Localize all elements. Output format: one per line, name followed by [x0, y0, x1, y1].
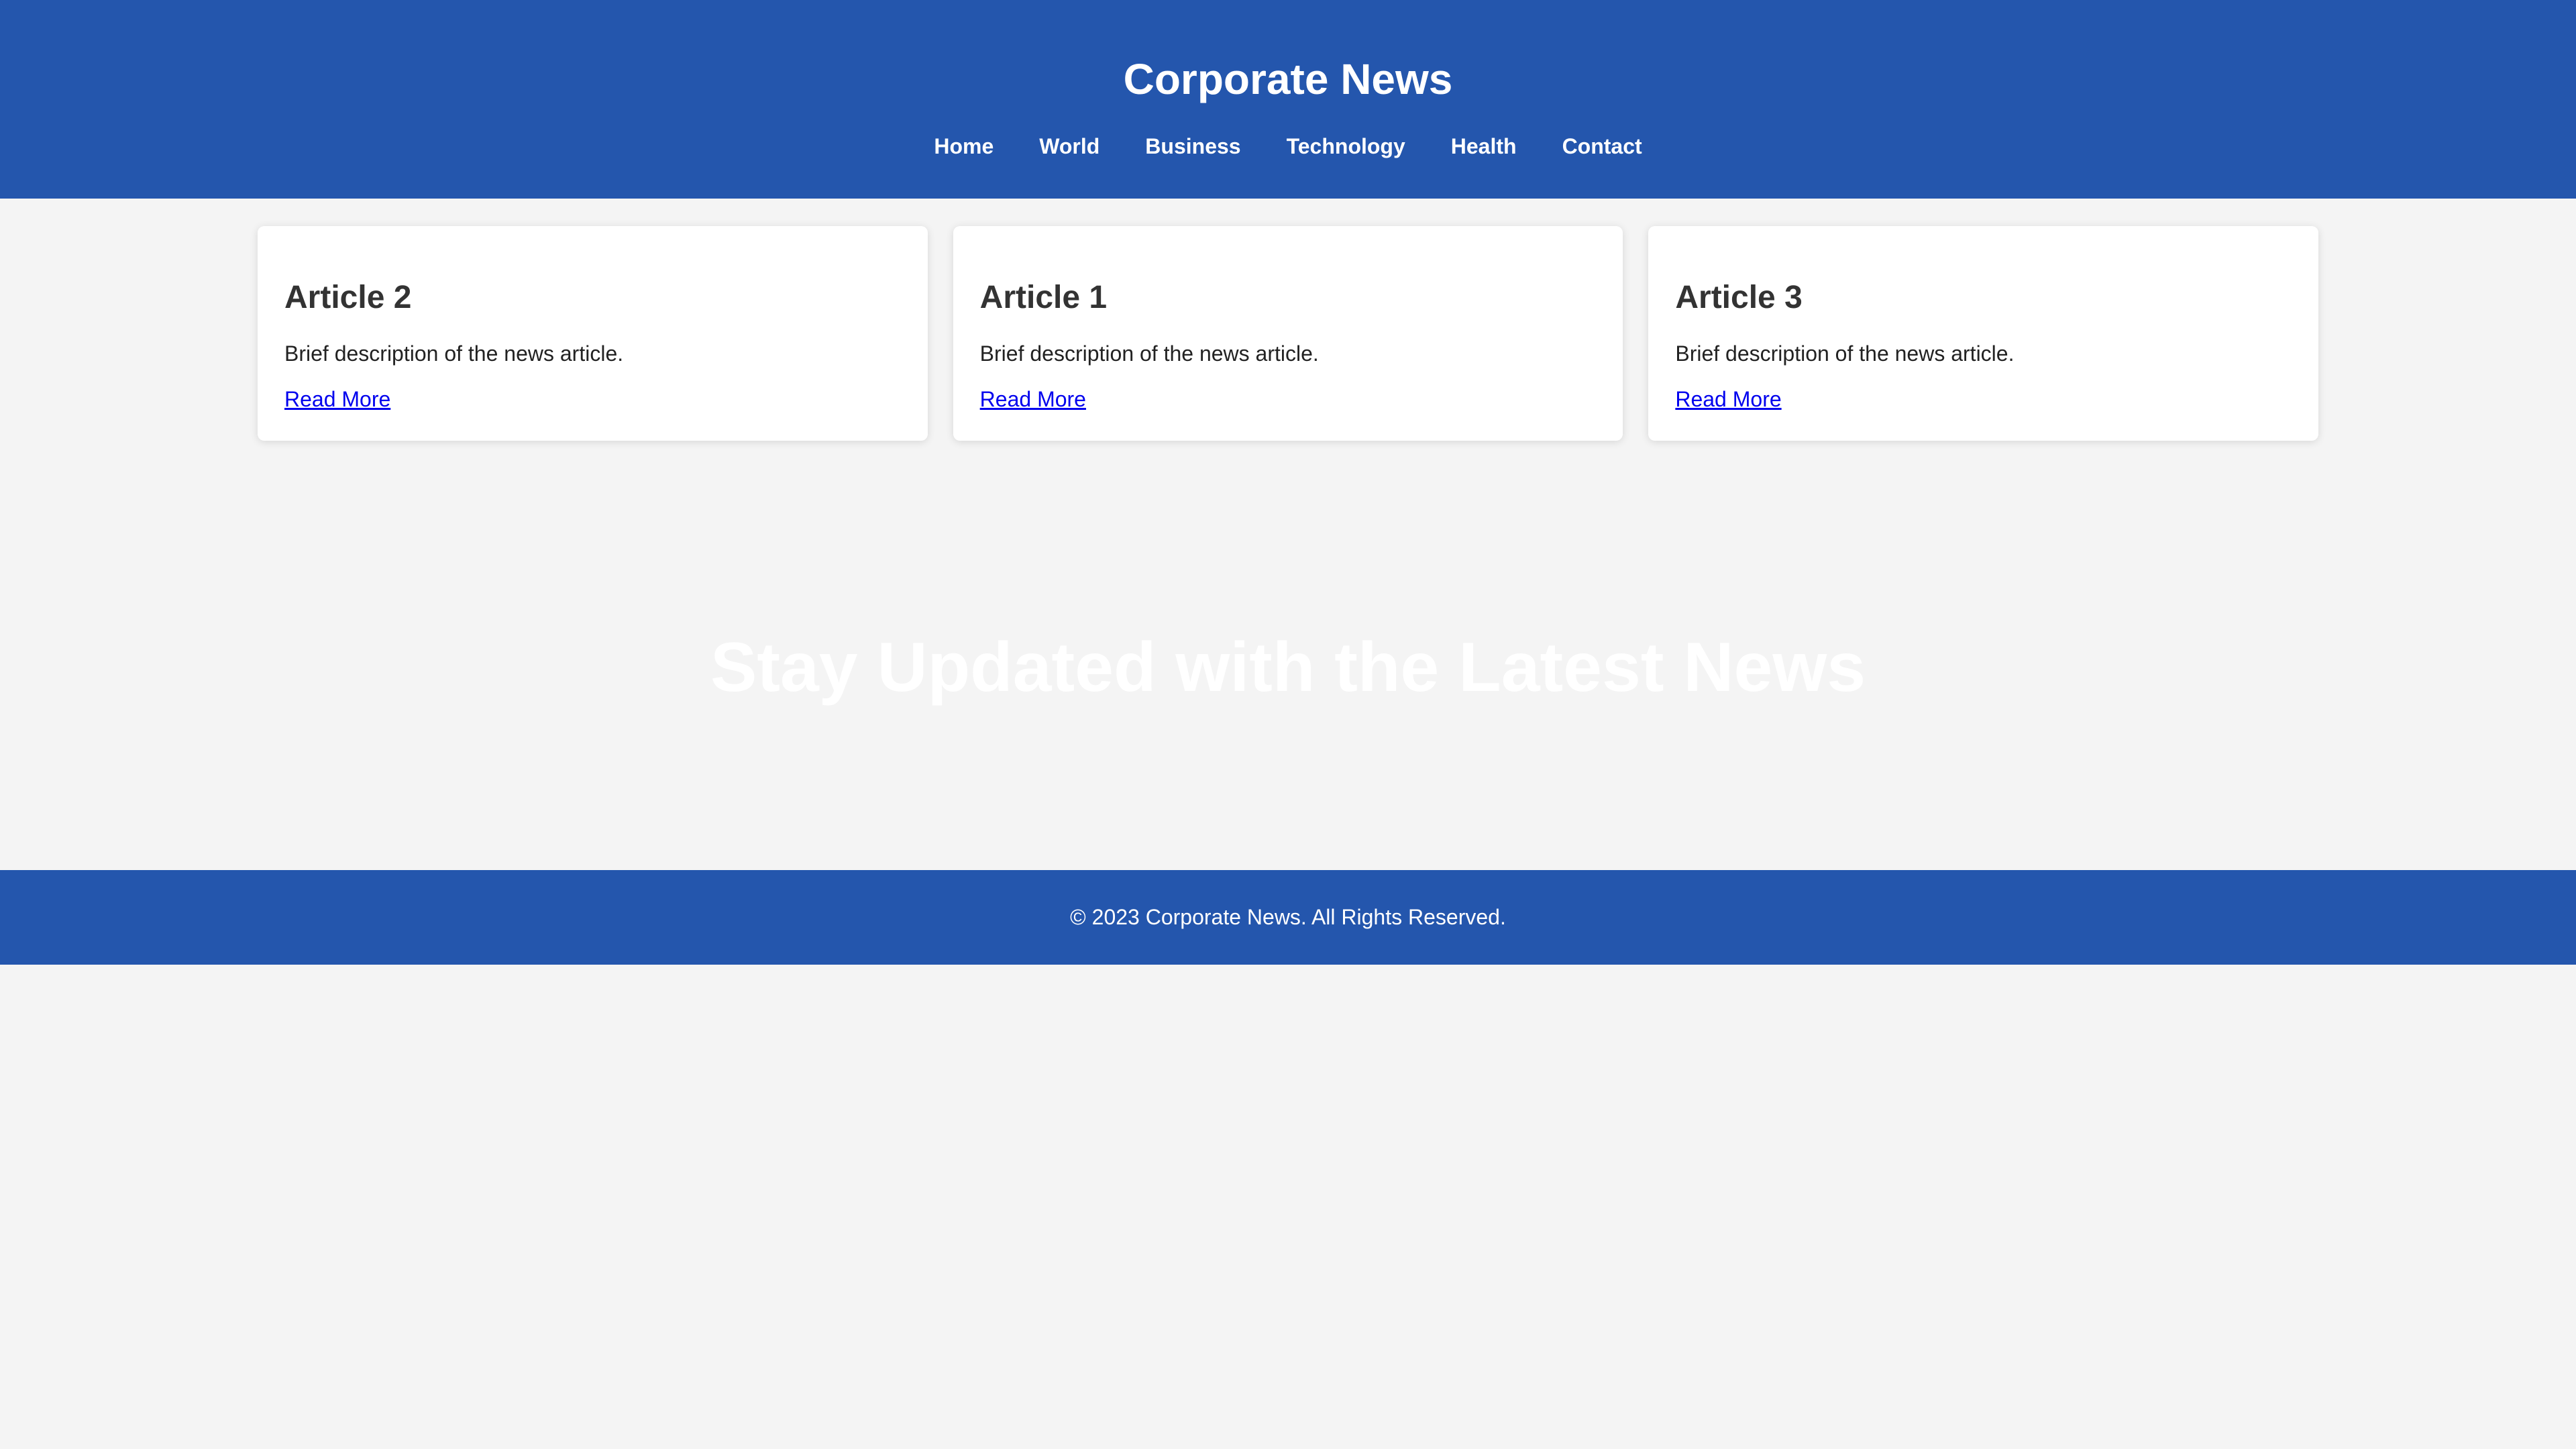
nav-item-contact[interactable]: Contact — [1540, 131, 1665, 161]
nav-item-business[interactable]: Business — [1122, 131, 1263, 161]
article-description: Brief description of the news article. — [979, 341, 1319, 366]
read-more-link[interactable]: Read More — [1675, 386, 1781, 413]
article-card: Article 3 Brief description of the news … — [1648, 226, 2319, 441]
article-description: Brief description of the news article. — [1675, 341, 2015, 366]
article-cards: Article 2 Brief description of the news … — [258, 226, 2319, 441]
nav-item-home[interactable]: Home — [911, 131, 1016, 161]
nav-item-technology[interactable]: Technology — [1264, 131, 1428, 161]
article-title: Article 1 — [979, 280, 1108, 315]
nav-item-world[interactable]: World — [1016, 131, 1122, 161]
read-more-link[interactable]: Read More — [980, 386, 1086, 413]
hero-headline: Stay Updated with the Latest News — [710, 629, 1866, 706]
article-title: Article 3 — [1675, 280, 1803, 315]
article-card: Article 2 Brief description of the news … — [258, 226, 928, 441]
main-nav: Home World Business Technology Health Co… — [0, 131, 2576, 161]
article-card: Article 1 Brief description of the news … — [953, 226, 1623, 441]
read-more-link[interactable]: Read More — [284, 386, 390, 413]
footer-copyright: © 2023 Corporate News. All Rights Reserv… — [1070, 905, 1506, 929]
site-footer: © 2023 Corporate News. All Rights Reserv… — [0, 870, 2576, 965]
nav-item-health[interactable]: Health — [1428, 131, 1540, 161]
site-header: Corporate News Home World Business Techn… — [0, 0, 2576, 199]
article-description: Brief description of the news article. — [284, 341, 624, 366]
site-title: Corporate News — [1123, 55, 1453, 103]
article-title: Article 2 — [284, 280, 412, 315]
